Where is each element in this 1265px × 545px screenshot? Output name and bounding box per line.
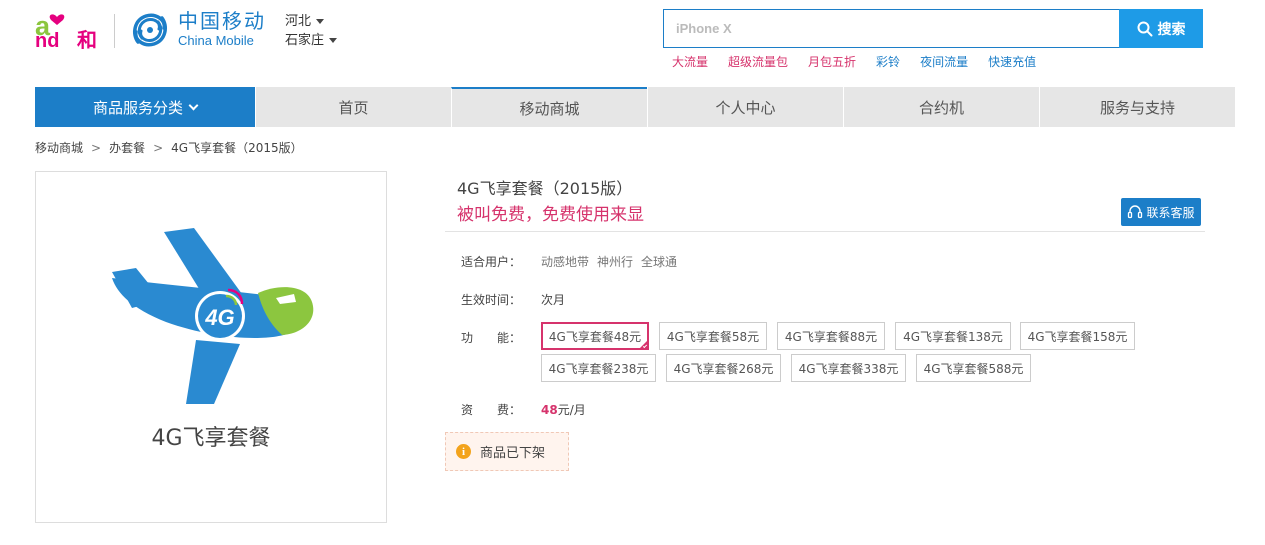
chevron-right-icon: > [91,140,102,155]
features-label: 功 能： [461,331,522,345]
plan-option[interactable]: 4G飞享套餐88元 [777,322,885,350]
users-label: 适合用户： [461,255,522,269]
breadcrumb: 移动商城 > 办套餐 > 4G飞享套餐（2015版） [35,139,303,156]
china-mobile-wordmark: 中国移动 China Mobile [178,10,266,50]
chevron-right-icon: > [153,140,164,155]
plan-option[interactable]: 4G飞享套餐158元 [1020,322,1135,350]
plan-option[interactable]: 4G飞享套餐58元 [659,322,767,350]
nav-item-home[interactable]: 首页 [255,87,451,127]
caret-down-icon [329,38,338,43]
nav-item-personal[interactable]: 个人中心 [647,87,843,127]
hot-link[interactable]: 超级流量包 [728,53,788,70]
nav-item-service[interactable]: 服务与支持 [1039,87,1235,127]
and-logo-he: 和 [77,28,97,49]
china-mobile-logo-icon[interactable] [128,8,172,52]
price-value: 48元/月 [541,401,586,418]
search-box [663,9,1120,48]
effective-label: 生效时间： [461,293,522,307]
region-selector: 河北 石家庄 [285,12,338,50]
nav-category-menu[interactable]: 商品服务分类 [35,87,255,127]
notice-text: 商品已下架 [480,446,546,461]
and-logo-nd: nd [35,30,59,49]
search-button[interactable]: 搜索 [1119,9,1203,48]
logo-divider [114,14,115,48]
hot-link[interactable]: 夜间流量 [920,53,968,70]
plan-option-selected[interactable]: 4G飞享套餐48元 [541,322,649,350]
hot-link[interactable]: 大流量 [672,53,708,70]
headset-icon [1128,205,1143,219]
province-select[interactable]: 河北 [285,12,337,31]
price-unit: 元/月 [557,403,586,417]
divider [445,231,1205,232]
search-icon [1137,21,1152,36]
province-label: 河北 [285,14,312,29]
hot-link[interactable]: 快速充值 [988,53,1036,70]
city-select[interactable]: 石家庄 [285,31,338,50]
product-image-caption: 4G飞享套餐 [151,426,271,451]
breadcrumb-link[interactable]: 办套餐 [109,139,145,156]
heart-icon [49,14,65,25]
hot-search-links: 大流量 超级流量包 月包五折 彩铃 夜间流量 快速充值 [672,53,1056,70]
plan-option[interactable]: 4G飞享套餐338元 [791,354,906,382]
user-type: 动感地带 [541,255,590,269]
caret-down-icon [316,19,325,24]
product-subtitle: 被叫免费，免费使用来显 [457,205,644,225]
city-label: 石家庄 [285,33,325,48]
user-type: 神州行 [597,255,634,269]
nav-item-contract[interactable]: 合约机 [843,87,1039,127]
product-title: 4G飞享套餐（2015版） [457,179,633,198]
status-notice: i 商品已下架 [445,432,569,471]
effective-value: 次月 [541,293,566,307]
hot-link[interactable]: 月包五折 [808,53,856,70]
users-value: 动感地带 神州行 全球通 [541,253,685,270]
info-icon: i [456,444,471,459]
image-badge: 4G [204,305,234,330]
price-label: 资 费： [461,403,522,417]
contact-service-button[interactable]: 联系客服 [1121,198,1201,226]
airplane-icon: 4G [112,228,314,404]
plan-option[interactable]: 4G飞享套餐238元 [541,354,656,382]
contact-service-label: 联系客服 [1146,205,1195,220]
plan-option[interactable]: 4G飞享套餐268元 [666,354,781,382]
plan-option[interactable]: 4G飞享套餐588元 [916,354,1031,382]
brand-cn: 中国移动 [178,9,266,33]
nav-category-label: 商品服务分类 [92,98,183,117]
product-image: 4G 4G飞享套餐 [35,171,387,523]
breadcrumb-link[interactable]: 移动商城 [35,139,83,156]
plan-option[interactable]: 4G飞享套餐138元 [895,322,1011,350]
user-type: 全球通 [641,255,678,269]
nav-item-mall[interactable]: 移动商城 [451,87,647,127]
brand-en: China Mobile [178,33,254,48]
check-icon [642,343,648,349]
breadcrumb-current: 4G飞享套餐（2015版） [171,141,303,155]
search-input[interactable] [676,21,1120,36]
and-logo[interactable]: a nd 和 [35,9,105,52]
search-button-label: 搜索 [1157,21,1186,38]
hot-link[interactable]: 彩铃 [876,53,900,70]
main-nav: 商品服务分类 首页 移动商城 个人中心 合约机 服务与支持 [35,87,1235,127]
plan-option-label: 4G飞享套餐48元 [548,329,642,344]
chevron-down-icon [188,100,199,110]
price-amount: 48 [541,403,558,417]
